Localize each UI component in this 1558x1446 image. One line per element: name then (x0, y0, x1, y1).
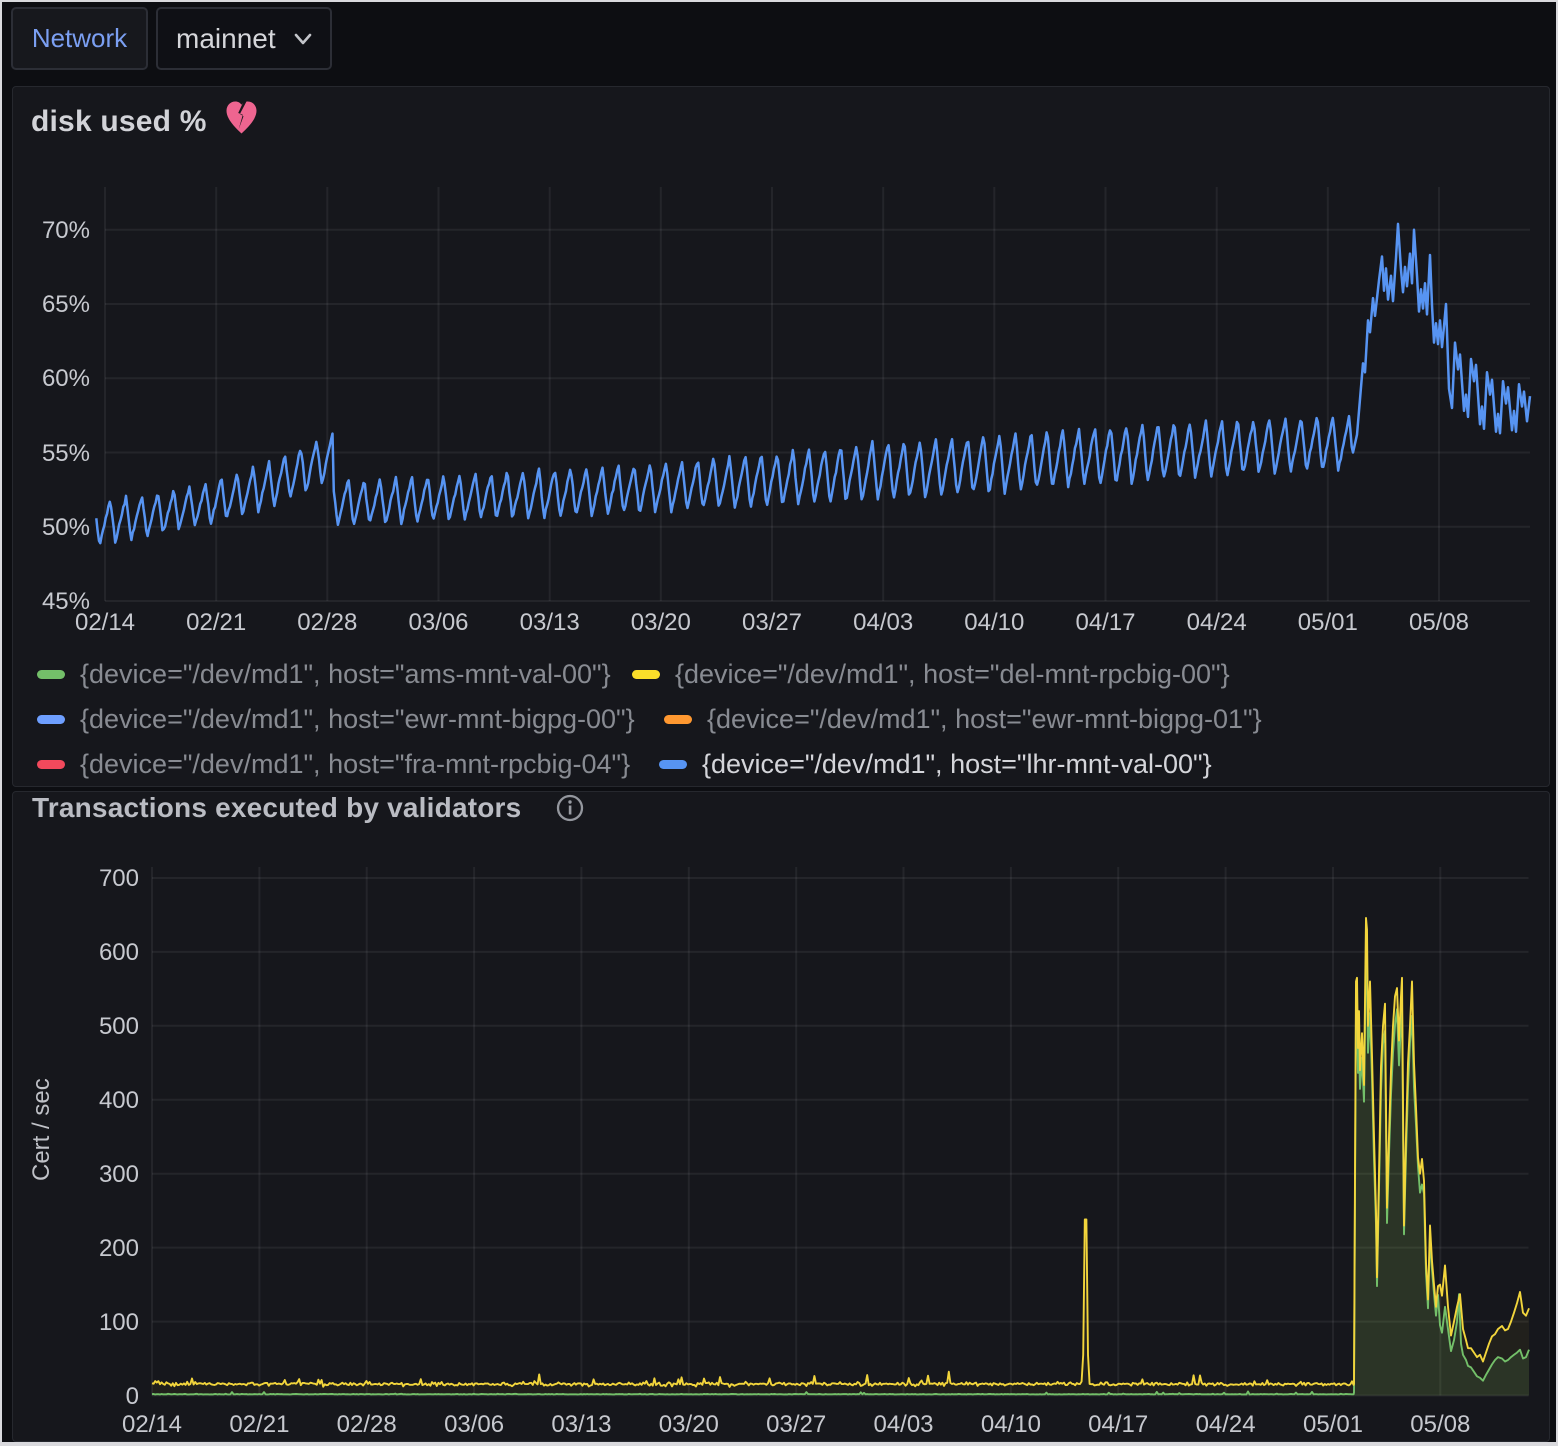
svg-text:04/03: 04/03 (853, 609, 913, 636)
svg-text:55%: 55% (42, 440, 90, 467)
svg-text:0: 0 (126, 1383, 139, 1410)
svg-text:400: 400 (99, 1087, 139, 1114)
svg-text:700: 700 (99, 865, 139, 892)
svg-text:02/28: 02/28 (337, 1411, 397, 1438)
svg-text:04/17: 04/17 (1088, 1411, 1148, 1438)
svg-text:04/17: 04/17 (1075, 609, 1135, 636)
svg-text:05/01: 05/01 (1298, 609, 1358, 636)
svg-text:02/21: 02/21 (186, 609, 246, 636)
svg-text:600: 600 (99, 939, 139, 966)
svg-text:03/20: 03/20 (631, 609, 691, 636)
svg-text:65%: 65% (42, 291, 90, 318)
svg-text:50%: 50% (42, 514, 90, 541)
svg-text:03/27: 03/27 (766, 1411, 826, 1438)
svg-text:60%: 60% (42, 365, 90, 392)
svg-text:70%: 70% (42, 217, 90, 244)
svg-text:04/24: 04/24 (1196, 1411, 1256, 1438)
svg-text:03/06: 03/06 (408, 609, 468, 636)
svg-text:05/01: 05/01 (1303, 1411, 1363, 1438)
svg-text:03/20: 03/20 (659, 1411, 719, 1438)
svg-text:100: 100 (99, 1309, 139, 1336)
svg-text:03/13: 03/13 (520, 609, 580, 636)
svg-text:500: 500 (99, 1013, 139, 1040)
svg-text:03/13: 03/13 (551, 1411, 611, 1438)
svg-text:200: 200 (99, 1235, 139, 1262)
svg-text:02/28: 02/28 (297, 609, 357, 636)
svg-text:45%: 45% (42, 588, 90, 615)
svg-text:02/14: 02/14 (122, 1411, 182, 1438)
svg-text:04/10: 04/10 (964, 609, 1024, 636)
svg-text:03/06: 03/06 (444, 1411, 504, 1438)
svg-text:04/10: 04/10 (981, 1411, 1041, 1438)
svg-text:05/08: 05/08 (1409, 609, 1469, 636)
svg-text:04/03: 04/03 (873, 1411, 933, 1438)
svg-text:05/08: 05/08 (1410, 1411, 1470, 1438)
svg-text:04/24: 04/24 (1187, 609, 1247, 636)
svg-text:03/27: 03/27 (742, 609, 802, 636)
svg-text:300: 300 (99, 1161, 139, 1188)
svg-text:02/21: 02/21 (229, 1411, 289, 1438)
